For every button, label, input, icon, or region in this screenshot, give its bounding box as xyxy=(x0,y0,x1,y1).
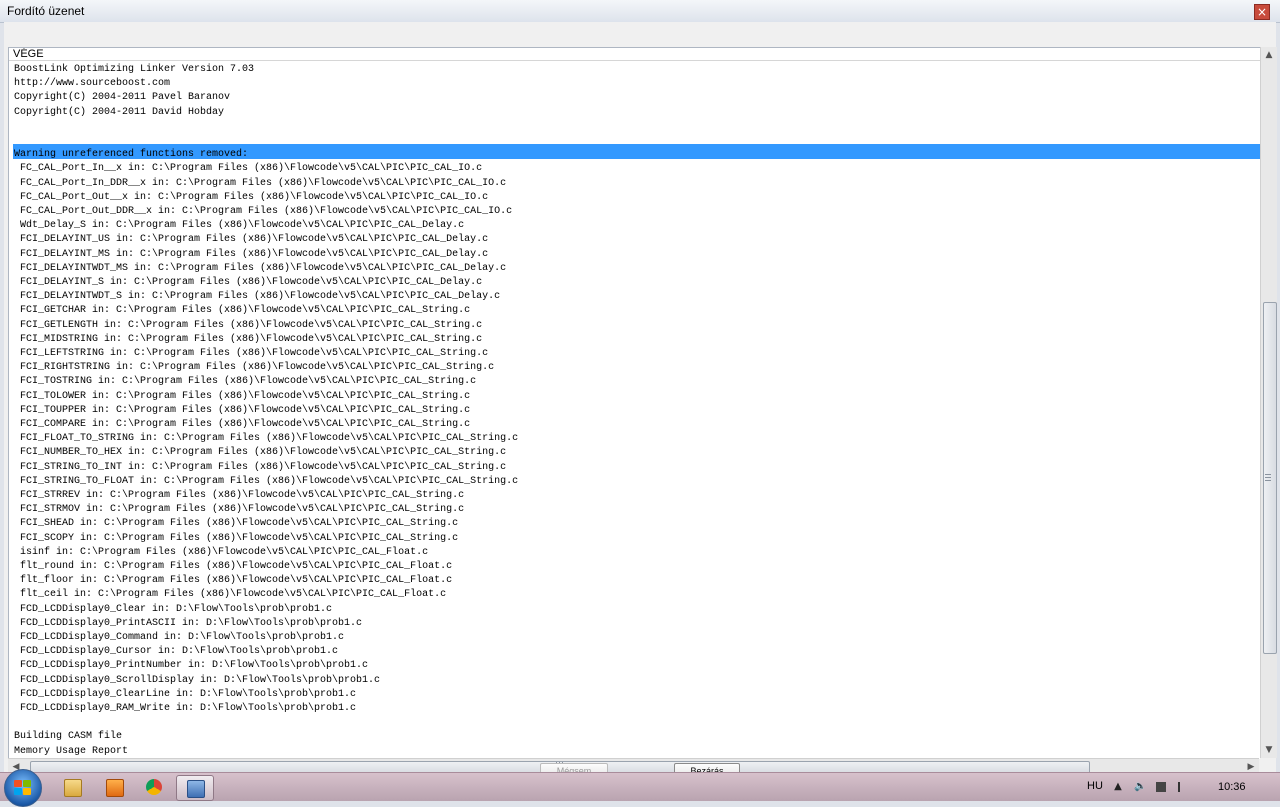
output-line: FCI_STRING_TO_INT in: C:\Program Files (… xyxy=(14,461,507,473)
scroll-down-icon[interactable]: ▼ xyxy=(1261,742,1277,758)
output-line: FCI_MIDSTRING in: C:\Program Files (x86)… xyxy=(14,333,483,345)
output-line: FCI_DELAYINTWDT_MS in: C:\Program Files … xyxy=(14,262,507,274)
speaker-icon[interactable]: 🔈 xyxy=(1134,781,1146,793)
header-divider xyxy=(9,60,1260,61)
window-title: Fordító üzenet xyxy=(7,4,85,18)
output-line: FCD_LCDDisplay0_RAM_Write in: D:\Flow\To… xyxy=(14,703,357,714)
output-line: FCI_FLOAT_TO_STRING in: C:\Program Files… xyxy=(14,433,519,445)
title-bar[interactable]: Fordító üzenet × xyxy=(0,0,1280,23)
output-line: BoostLink Optimizing Linker Version 7.03 xyxy=(14,64,255,75)
output-line: FCD_LCDDisplay0_Cursor in: D:\Flow\Tools… xyxy=(14,646,339,658)
output-line: FCI_GETCHAR in: C:\Program Files (x86)\F… xyxy=(14,305,471,317)
output-line: Building CASM file xyxy=(14,731,123,743)
show-hidden-icons-icon[interactable]: ▲ xyxy=(1112,781,1124,793)
vertical-scroll-thumb[interactable] xyxy=(1263,302,1277,654)
output-line: http://www.sourceboost.com xyxy=(14,78,171,90)
language-indicator[interactable]: HU xyxy=(1087,780,1103,792)
windows-logo-icon xyxy=(14,780,32,796)
flowcode-icon xyxy=(187,780,205,798)
output-line: FCD_LCDDisplay0_Clear in: D:\Flow\Tools\… xyxy=(14,603,333,615)
taskbar: HU ▲ 🔈 10:36 xyxy=(0,769,1280,807)
output-line: Copyright(C) 2004-2011 David Hobday xyxy=(14,106,225,118)
output-line: FCI_STRMOV in: C:\Program Files (x86)\Fl… xyxy=(14,504,465,516)
output-line: FCI_SHEAD in: C:\Program Files (x86)\Flo… xyxy=(14,518,459,530)
output-line: Copyright(C) 2004-2011 Pavel Baranov xyxy=(14,92,231,104)
output-line: FCI_LEFTSTRING in: C:\Program Files (x86… xyxy=(14,348,489,359)
media-player-icon xyxy=(106,779,124,797)
output-line: FCI_TOSTRING in: C:\Program Files (x86)\… xyxy=(14,376,477,388)
output-line: FCI_DELAYINT_S in: C:\Program Files (x86… xyxy=(14,277,483,288)
output-line: flt_floor in: C:\Program Files (x86)\Flo… xyxy=(14,575,453,587)
clock[interactable]: 10:36 xyxy=(1218,781,1246,793)
output-line: FCD_LCDDisplay0_ScrollDisplay in: D:\Flo… xyxy=(14,674,381,686)
output-line: isinf in: C:\Program Files (x86)\Flowcod… xyxy=(14,546,429,558)
dialog-body: VÉGE BoostLink Optimizing Linker Version… xyxy=(4,22,1277,800)
scroll-up-icon[interactable]: ▲ xyxy=(1261,47,1277,63)
start-button[interactable] xyxy=(4,769,42,807)
grip-line xyxy=(1265,474,1271,475)
network-icon[interactable] xyxy=(1156,782,1166,792)
output-line: FCI_TOUPPER in: C:\Program Files (x86)\F… xyxy=(14,404,471,416)
output-line: FC_CAL_Port_Out_DDR__x in: C:\Program Fi… xyxy=(14,206,513,217)
taskbar-flowcode[interactable] xyxy=(176,775,214,801)
output-line: FCD_LCDDisplay0_Command in: D:\Flow\Tool… xyxy=(14,632,345,643)
output-line: FC_CAL_Port_Out__x in: C:\Program Files … xyxy=(14,191,489,203)
output-line: flt_round in: C:\Program Files (x86)\Flo… xyxy=(14,561,453,572)
output-line: FCI_STRING_TO_FLOAT in: C:\Program Files… xyxy=(14,475,519,487)
output-line: FC_CAL_Port_In_DDR__x in: C:\Program Fil… xyxy=(14,177,507,189)
grip-line xyxy=(1265,480,1271,481)
output-line: FCI_DELAYINTWDT_S in: C:\Program Files (… xyxy=(14,291,501,303)
output-line: FCD_LCDDisplay0_PrintASCII in: D:\Flow\T… xyxy=(14,617,363,629)
output-header: VÉGE xyxy=(13,48,44,60)
vertical-scrollbar[interactable]: ▲ ▼ xyxy=(1260,47,1277,758)
output-line: Warning unreferenced functions removed: xyxy=(14,149,249,161)
output-line: flt_ceil in: C:\Program Files (x86)\Flow… xyxy=(14,589,447,601)
output-line: FCI_SCOPY in: C:\Program Files (x86)\Flo… xyxy=(14,532,459,544)
output-line: FCI_DELAYINT_US in: C:\Program Files (x8… xyxy=(14,234,489,246)
taskbar-media-player[interactable] xyxy=(96,775,132,799)
output-line: Memory Usage Report xyxy=(14,745,129,757)
taskbar-explorer[interactable] xyxy=(54,775,90,799)
output-line: FCI_RIGHTSTRING in: C:\Program Files (x8… xyxy=(14,362,495,374)
compiler-output[interactable]: VÉGE BoostLink Optimizing Linker Version… xyxy=(8,47,1260,759)
grip-line xyxy=(1265,477,1271,478)
action-center-flag-icon[interactable] xyxy=(1178,782,1188,792)
output-line: FCI_COMPARE in: C:\Program Files (x86)\F… xyxy=(14,419,471,430)
output-line: FCI_DELAYINT_MS in: C:\Program Files (x8… xyxy=(14,248,489,260)
output-line: FC_CAL_Port_In__x in: C:\Program Files (… xyxy=(14,163,483,175)
output-line: FCI_STRREV in: C:\Program Files (x86)\Fl… xyxy=(14,490,465,501)
output-line: FCI_TOLOWER in: C:\Program Files (x86)\F… xyxy=(14,390,471,402)
output-line: FCD_LCDDisplay0_ClearLine in: D:\Flow\To… xyxy=(14,688,357,700)
output-line: FCI_GETLENGTH in: C:\Program Files (x86)… xyxy=(14,319,483,331)
close-button[interactable]: × xyxy=(1254,4,1270,20)
folder-icon xyxy=(64,779,82,797)
output-line: FCD_LCDDisplay0_PrintNumber in: D:\Flow\… xyxy=(14,660,369,672)
output-line: FCI_NUMBER_TO_HEX in: C:\Program Files (… xyxy=(14,447,507,459)
chrome-icon xyxy=(146,779,162,795)
taskbar-chrome[interactable] xyxy=(136,775,172,799)
output-line: Wdt_Delay_S in: C:\Program Files (x86)\F… xyxy=(14,220,465,232)
